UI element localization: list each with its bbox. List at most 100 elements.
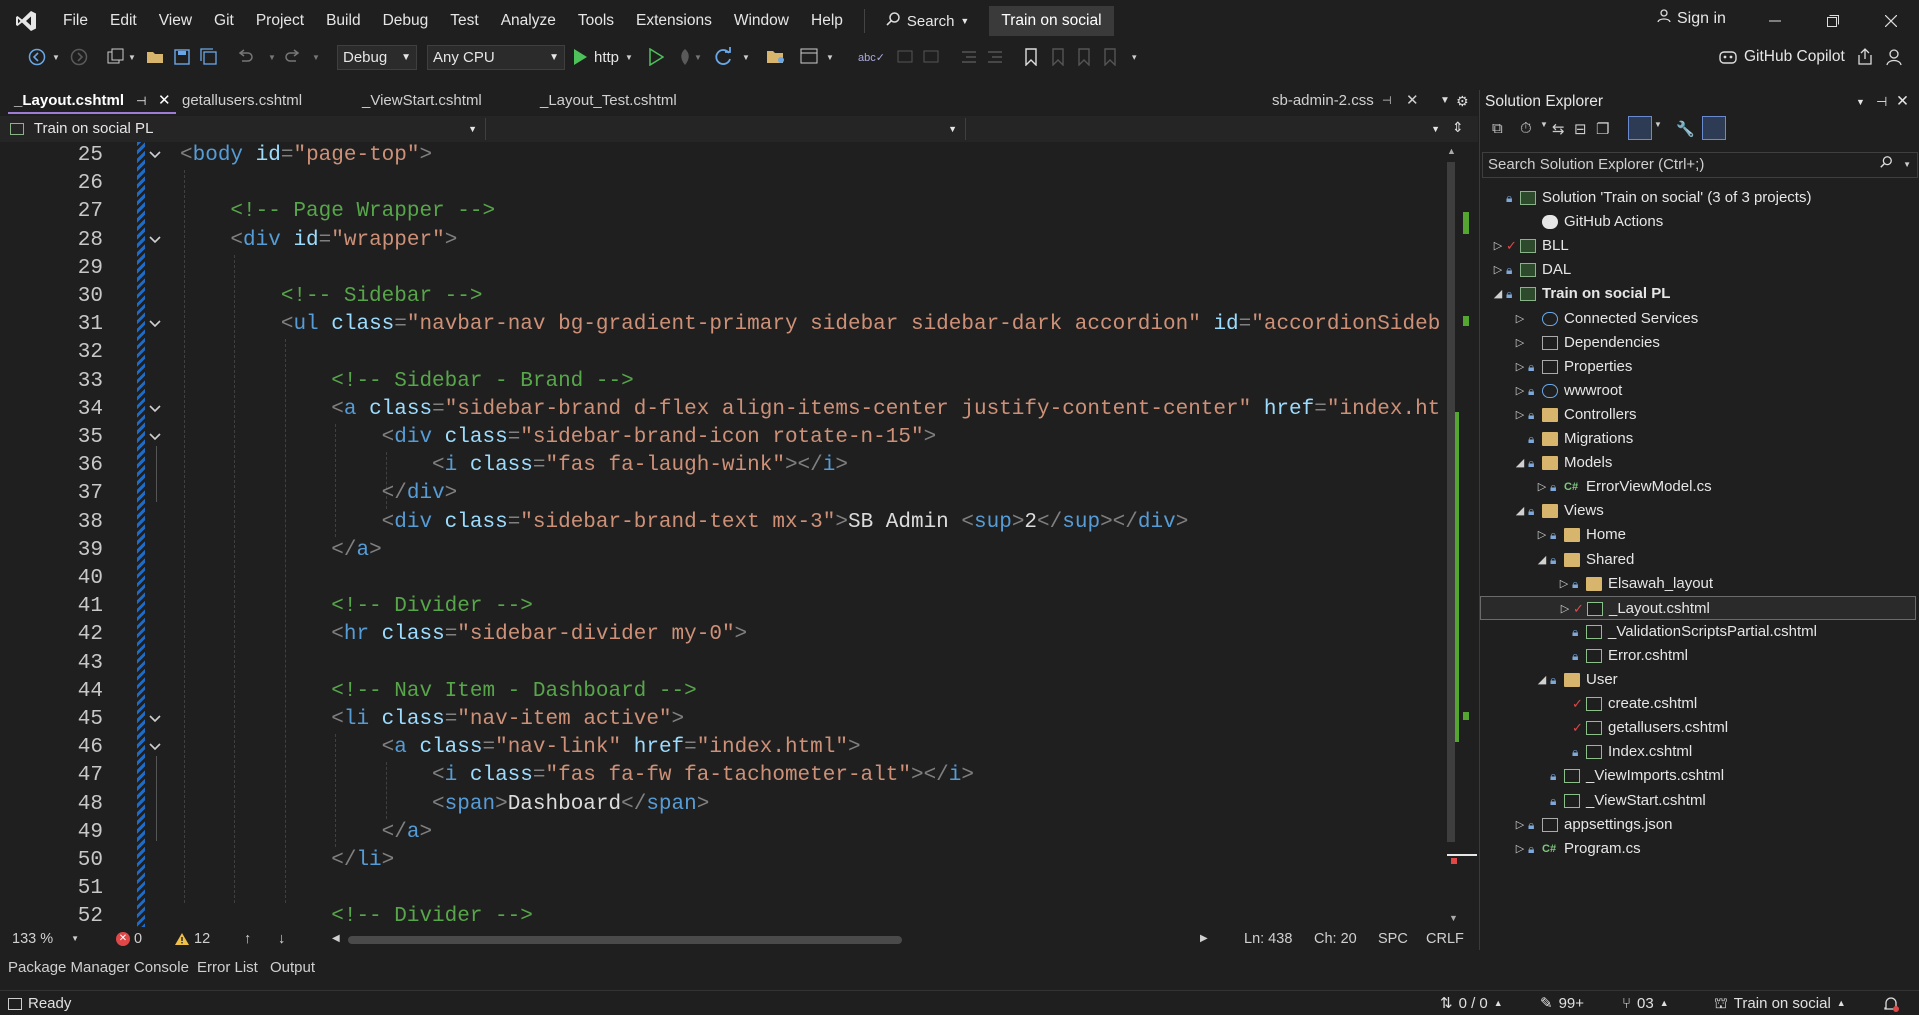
zoom-select[interactable]: 133 % ▼	[12, 927, 79, 951]
clear-bookmarks-icon[interactable]	[1102, 46, 1118, 68]
expand-arrow-icon[interactable]: ▷	[1514, 813, 1526, 837]
repository-indicator[interactable]: ⛫ Train on social ▲	[1714, 991, 1846, 1015]
expand-arrow-icon[interactable]: ▷	[1536, 523, 1548, 547]
uncomment-icon[interactable]	[922, 46, 942, 68]
collapse-all-icon[interactable]: ⊟	[1574, 120, 1587, 138]
outdent-icon[interactable]	[960, 46, 978, 68]
close-window-button[interactable]	[1876, 6, 1906, 36]
close-icon[interactable]: ✕	[1406, 88, 1419, 114]
restart-icon[interactable]	[714, 46, 734, 68]
tree-item[interactable]: ▷ 🔒︎ DAL	[1480, 258, 1916, 282]
tree-item[interactable]: GitHub Actions	[1480, 210, 1916, 234]
horizontal-scrollbar-thumb[interactable]	[348, 936, 902, 944]
tree-item[interactable]: ▷ 🔒︎ C# ErrorViewModel.cs	[1480, 475, 1916, 499]
menu-analyze[interactable]: Analyze	[490, 0, 567, 42]
chevron-down-icon[interactable]: ▼	[312, 46, 320, 68]
menu-extensions[interactable]: Extensions	[625, 0, 723, 42]
scrollbar-thumb[interactable]	[1447, 162, 1455, 842]
previous-bookmark-icon[interactable]	[1050, 46, 1066, 68]
menu-build[interactable]: Build	[315, 0, 371, 42]
chevron-down-icon[interactable]: ▼	[694, 46, 702, 68]
chevron-down-icon[interactable]: ▼	[1540, 120, 1548, 129]
pending-changes-indicator[interactable]: ✎ 99+	[1540, 991, 1584, 1015]
fold-toggle-icon[interactable]	[148, 233, 164, 249]
fold-toggle-icon[interactable]	[148, 402, 164, 418]
chevron-down-icon[interactable]: ▼	[826, 46, 834, 68]
preview-selected-icon[interactable]	[1628, 116, 1652, 140]
open-folder-icon[interactable]	[146, 46, 164, 68]
tree-item[interactable]: ✓ getallusers.cshtml	[1480, 716, 1916, 740]
tree-item[interactable]: ▷ Connected Services	[1480, 307, 1916, 331]
pending-changes-filter-icon[interactable]: ⏱	[1520, 120, 1532, 137]
whitespace-indicator[interactable]: SPC	[1378, 927, 1408, 951]
code-line[interactable]: </li>	[180, 847, 394, 875]
fold-toggle-icon[interactable]	[148, 740, 164, 756]
code-line[interactable]: </a>	[180, 537, 381, 565]
tab-layout-test[interactable]: _Layout_Test.cshtml	[534, 88, 726, 114]
tab-list-dropdown-icon[interactable]: ▼	[1440, 88, 1450, 114]
code-line[interactable]: <!-- Divider -->	[180, 593, 533, 621]
feedback-icon[interactable]	[1884, 46, 1904, 68]
editor-vertical-scrollbar[interactable]: ▲ ▼	[1447, 142, 1477, 927]
tab-viewstart[interactable]: _ViewStart.cshtml	[356, 88, 532, 114]
search-button[interactable]: Search ▼	[875, 6, 979, 36]
save-all-icon[interactable]	[200, 46, 218, 68]
expand-arrow-icon[interactable]: ▷	[1536, 475, 1548, 499]
previous-issue-icon[interactable]: ↑	[244, 927, 251, 951]
new-project-icon[interactable]	[106, 46, 126, 68]
split-window-icon[interactable]: ⇕	[1452, 119, 1464, 136]
tree-item[interactable]: ▷ 🔒︎ appsettings.json	[1480, 813, 1916, 837]
line-indicator[interactable]: Ln: 438	[1244, 927, 1292, 951]
properties-wrench-icon[interactable]: 🔧	[1676, 120, 1695, 138]
tree-item[interactable]: 🔒︎ _ValidationScriptsPartial.cshtml	[1480, 620, 1916, 644]
code-line[interactable]: <i class="fas fa-fw fa-tachometer-alt"><…	[180, 762, 974, 790]
menu-file[interactable]: File	[52, 0, 99, 42]
tab-layout-cshtml[interactable]: _Layout.cshtml ⊣ ✕	[8, 88, 176, 114]
chevron-down-icon[interactable]: ▼	[128, 46, 136, 68]
tree-item[interactable]: ▷ ✓ _Layout.cshtml	[1480, 595, 1916, 621]
fold-toggle-icon[interactable]	[148, 712, 164, 728]
solution-explorer-search[interactable]: Search Solution Explorer (Ctrl+;) ▼	[1482, 152, 1918, 178]
menu-help[interactable]: Help	[800, 0, 854, 42]
code-line[interactable]: </a>	[180, 819, 432, 847]
collapse-arrow-icon[interactable]: ◢	[1514, 499, 1526, 523]
code-line[interactable]: <!-- Sidebar -->	[180, 283, 483, 311]
preview-mode-icon[interactable]	[1702, 116, 1726, 140]
chevron-down-icon[interactable]: ▼	[52, 46, 60, 68]
code-line[interactable]: <li class="nav-item active">	[180, 706, 684, 734]
collapse-arrow-icon[interactable]: ◢	[1536, 668, 1548, 692]
tree-item[interactable]: ✓ create.cshtml	[1480, 692, 1916, 716]
chevron-down-icon[interactable]: ▼	[268, 46, 276, 68]
redo-icon[interactable]	[284, 46, 302, 68]
tree-item[interactable]: ▷ 🔒︎ Controllers	[1480, 403, 1916, 427]
notifications-bell-icon[interactable]	[1882, 991, 1900, 1015]
tab-error-list[interactable]: Error List	[197, 957, 258, 979]
expand-arrow-icon[interactable]: ▷	[1514, 355, 1526, 379]
configuration-select[interactable]: Debug ▼	[337, 45, 417, 70]
expand-arrow-icon[interactable]: ▷	[1559, 597, 1571, 621]
code-line[interactable]: <div class="sidebar-brand-text mx-3">SB …	[180, 509, 1189, 537]
menu-view[interactable]: View	[148, 0, 203, 42]
collapse-arrow-icon[interactable]: ◢	[1514, 451, 1526, 475]
solution-folder-icon[interactable]	[766, 46, 786, 68]
scroll-down-icon[interactable]: ▼	[1449, 913, 1458, 923]
next-bookmark-icon[interactable]	[1076, 46, 1092, 68]
expand-arrow-icon[interactable]: ▷	[1514, 837, 1526, 861]
tree-item[interactable]: 🔒︎ Solution 'Train on social' (3 of 3 pro…	[1480, 186, 1916, 210]
tree-item[interactable]: 🔒︎ Error.cshtml	[1480, 644, 1916, 668]
code-line[interactable]: <!-- Nav Item - Dashboard -->	[180, 678, 696, 706]
code-line[interactable]: <div class="sidebar-brand-icon rotate-n-…	[180, 424, 937, 452]
next-issue-icon[interactable]: ↓	[278, 927, 285, 951]
code-line[interactable]: <div id="wrapper">	[180, 227, 457, 255]
menu-tools[interactable]: Tools	[567, 0, 625, 42]
code-line[interactable]: <a class="nav-link" href="index.html">	[180, 734, 861, 762]
minimize-button[interactable]	[1760, 6, 1790, 36]
branch-indicator[interactable]: ⑂ 03 ▲	[1622, 991, 1669, 1015]
start-without-debugging-icon[interactable]	[648, 46, 664, 68]
comment-icon[interactable]	[896, 46, 916, 68]
scroll-up-icon[interactable]: ▲	[1447, 146, 1456, 156]
indent-icon[interactable]	[986, 46, 1004, 68]
code-line[interactable]: <!-- Divider -->	[180, 903, 533, 927]
column-indicator[interactable]: Ch: 20	[1314, 927, 1357, 951]
sync-with-document-icon[interactable]: ⇆	[1552, 120, 1565, 138]
